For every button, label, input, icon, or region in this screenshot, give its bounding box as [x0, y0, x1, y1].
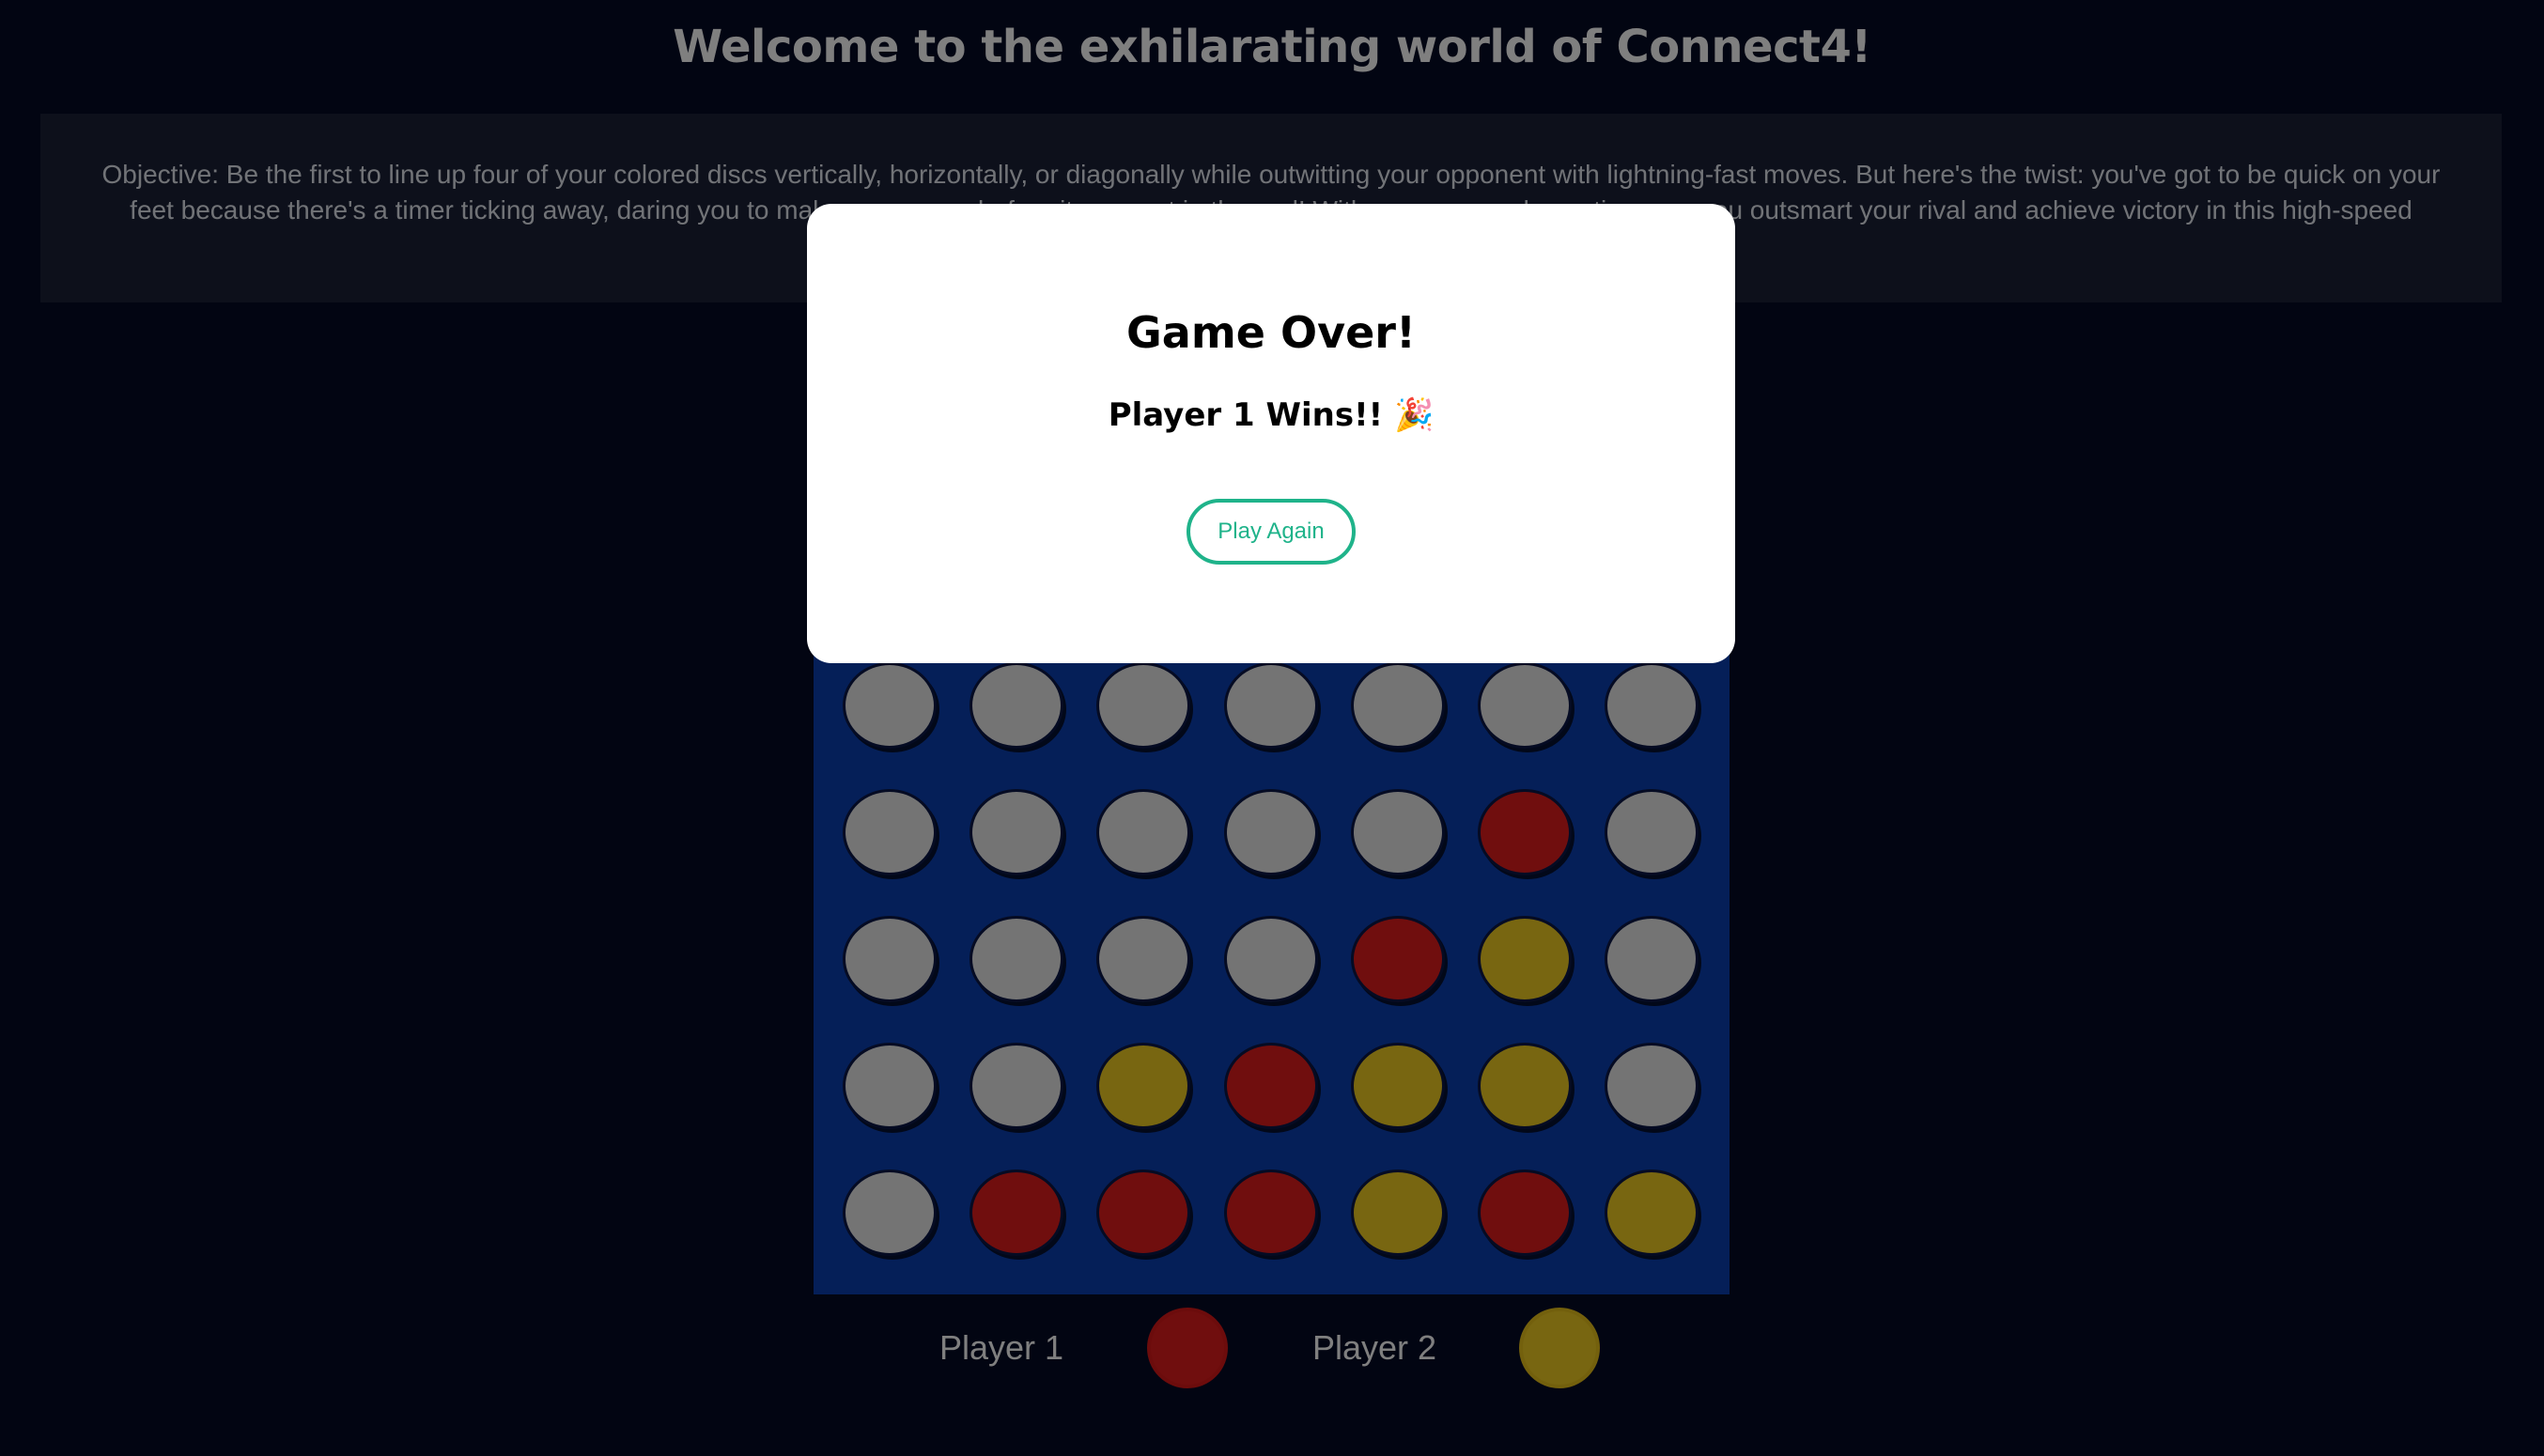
play-again-button[interactable]: Play Again: [1187, 499, 1356, 565]
winner-message: Player 1 Wins!! 🎉: [1108, 396, 1435, 434]
game-over-modal: Game Over! Player 1 Wins!! 🎉 Play Again: [807, 204, 1735, 663]
modal-title: Game Over!: [1126, 307, 1416, 358]
